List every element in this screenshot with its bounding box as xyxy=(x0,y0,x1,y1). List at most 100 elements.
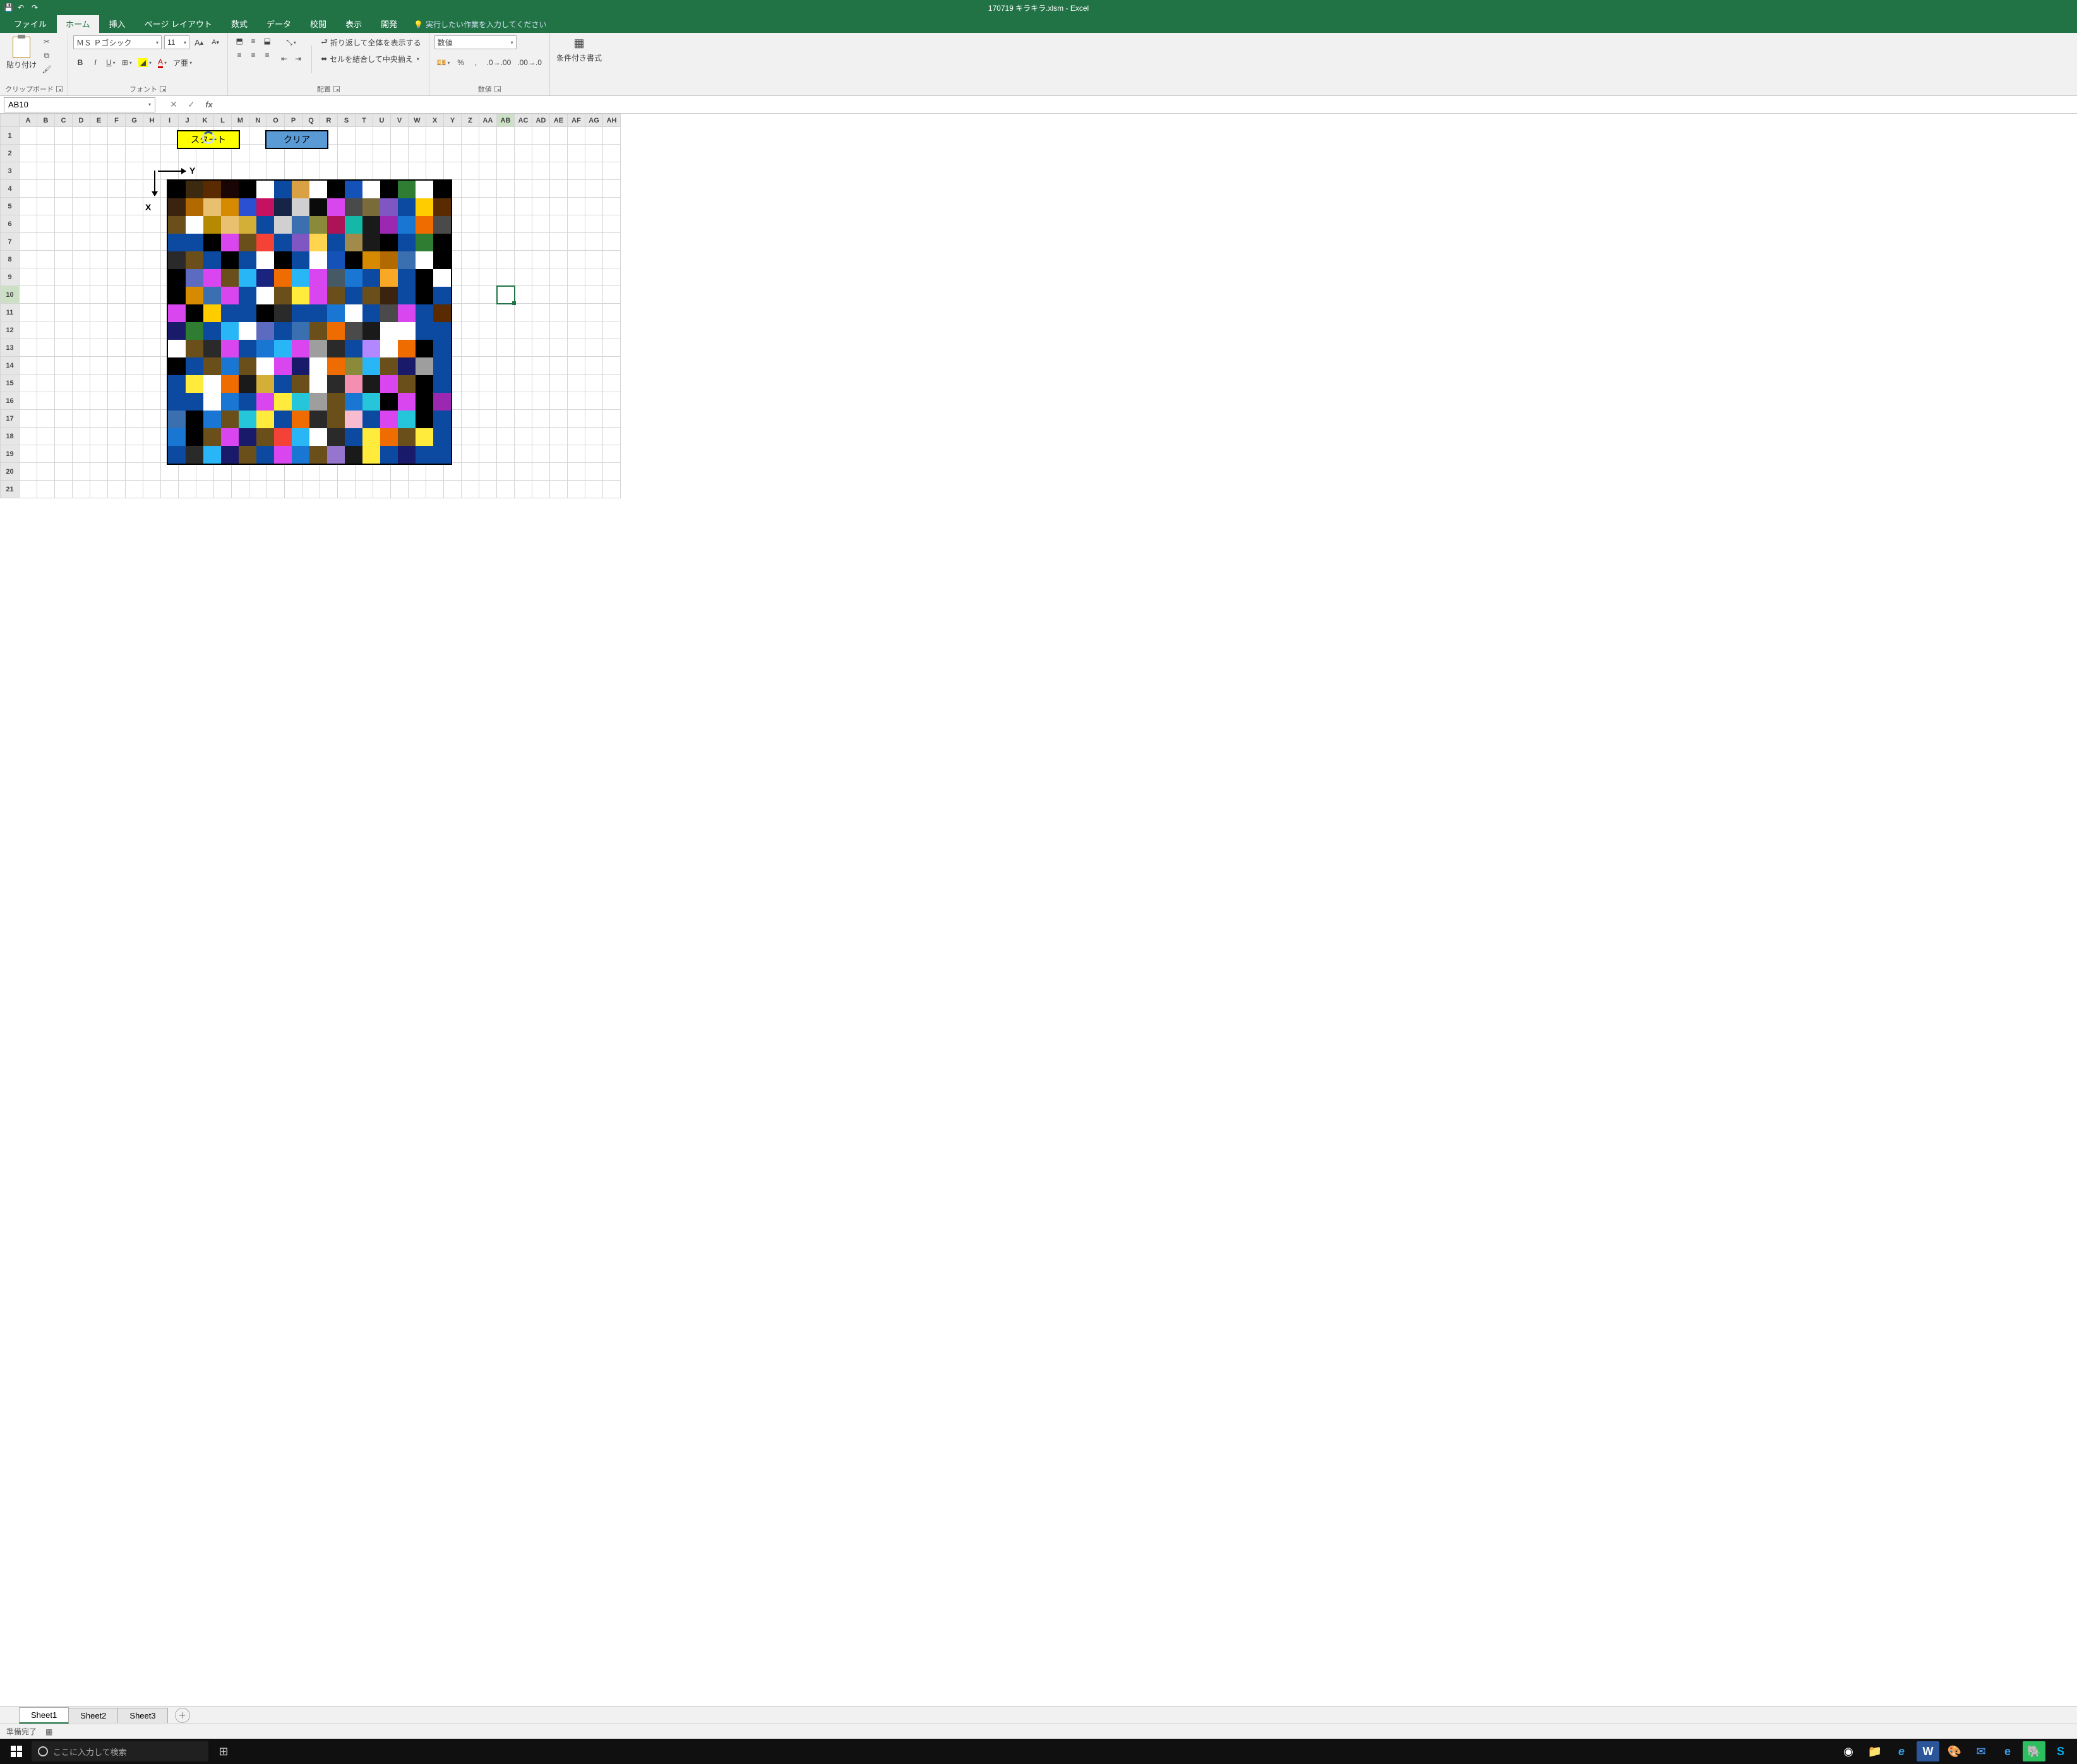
cell[interactable] xyxy=(585,251,603,268)
row-header[interactable]: 9 xyxy=(1,268,20,286)
cell[interactable] xyxy=(603,145,621,162)
orientation-button[interactable]: ⤡▾ xyxy=(277,35,305,49)
cell[interactable] xyxy=(479,410,497,428)
cell[interactable] xyxy=(585,463,603,481)
cell[interactable] xyxy=(90,339,108,357)
tab-formulas[interactable]: 数式 xyxy=(222,15,256,33)
cell[interactable] xyxy=(55,375,73,392)
cell[interactable] xyxy=(550,463,568,481)
column-header[interactable]: Z xyxy=(462,114,479,127)
cell[interactable] xyxy=(90,410,108,428)
conditional-formatting-button[interactable]: ▦ 条件付き書式 xyxy=(555,35,603,64)
cell[interactable] xyxy=(515,233,532,251)
cell[interactable] xyxy=(320,481,338,498)
column-header[interactable]: U xyxy=(373,114,391,127)
cell[interactable] xyxy=(55,339,73,357)
column-header[interactable]: O xyxy=(267,114,285,127)
cell[interactable] xyxy=(515,198,532,215)
row-header[interactable]: 11 xyxy=(1,304,20,321)
cell[interactable] xyxy=(568,145,585,162)
cell[interactable] xyxy=(302,481,320,498)
redo-icon[interactable]: ↷ xyxy=(32,3,40,12)
cell[interactable] xyxy=(497,339,515,357)
column-header[interactable]: H xyxy=(143,114,161,127)
cell[interactable] xyxy=(37,233,55,251)
cell[interactable] xyxy=(444,481,462,498)
cell[interactable] xyxy=(55,233,73,251)
cell[interactable] xyxy=(568,180,585,198)
cell[interactable] xyxy=(143,286,161,304)
cell[interactable] xyxy=(568,198,585,215)
row-header[interactable]: 14 xyxy=(1,357,20,375)
macro-record-icon[interactable]: ▦ xyxy=(45,1727,52,1736)
cell[interactable] xyxy=(515,463,532,481)
cell[interactable] xyxy=(603,127,621,145)
cell[interactable] xyxy=(37,463,55,481)
cell[interactable] xyxy=(391,481,409,498)
cell[interactable] xyxy=(497,286,515,304)
cell[interactable] xyxy=(37,304,55,321)
cell[interactable] xyxy=(585,268,603,286)
cell[interactable] xyxy=(568,392,585,410)
column-header[interactable]: AE xyxy=(550,114,568,127)
cell[interactable] xyxy=(603,392,621,410)
cell[interactable] xyxy=(55,463,73,481)
cell[interactable] xyxy=(462,127,479,145)
cell[interactable] xyxy=(108,339,126,357)
cell[interactable] xyxy=(161,463,179,481)
cell[interactable] xyxy=(550,180,568,198)
cell[interactable] xyxy=(55,321,73,339)
cell[interactable] xyxy=(37,375,55,392)
cell[interactable] xyxy=(55,268,73,286)
cell[interactable] xyxy=(20,445,37,463)
cell[interactable] xyxy=(143,268,161,286)
cell[interactable] xyxy=(497,481,515,498)
cell[interactable] xyxy=(603,268,621,286)
cell[interactable] xyxy=(532,198,550,215)
cell[interactable] xyxy=(267,162,285,180)
cell[interactable] xyxy=(143,127,161,145)
cell[interactable] xyxy=(532,180,550,198)
column-header[interactable]: M xyxy=(232,114,249,127)
cell[interactable] xyxy=(603,198,621,215)
cell[interactable] xyxy=(143,215,161,233)
shrink-font-icon[interactable]: A▾ xyxy=(208,35,222,49)
cell[interactable] xyxy=(515,180,532,198)
cell[interactable] xyxy=(550,339,568,357)
cell[interactable] xyxy=(479,251,497,268)
cell[interactable] xyxy=(462,392,479,410)
grow-font-icon[interactable]: A▴ xyxy=(192,35,206,49)
cell[interactable] xyxy=(73,392,90,410)
cell[interactable] xyxy=(532,215,550,233)
cell[interactable] xyxy=(515,127,532,145)
cell[interactable] xyxy=(20,198,37,215)
cell[interactable] xyxy=(515,357,532,375)
cell[interactable] xyxy=(585,198,603,215)
cell[interactable] xyxy=(462,304,479,321)
wrap-text-button[interactable]: ⮐折り返して全体を表示する xyxy=(318,35,423,49)
cell[interactable] xyxy=(532,286,550,304)
column-header[interactable]: K xyxy=(196,114,214,127)
cell[interactable] xyxy=(108,127,126,145)
cell[interactable] xyxy=(73,339,90,357)
align-center-icon[interactable]: ≡ xyxy=(247,49,260,61)
column-header[interactable]: AH xyxy=(603,114,621,127)
cell[interactable] xyxy=(550,481,568,498)
cell[interactable] xyxy=(20,268,37,286)
cell[interactable] xyxy=(373,127,391,145)
cell[interactable] xyxy=(37,321,55,339)
cell[interactable] xyxy=(108,198,126,215)
cell[interactable] xyxy=(550,198,568,215)
cell[interactable] xyxy=(532,268,550,286)
cell[interactable] xyxy=(20,321,37,339)
cell[interactable] xyxy=(603,339,621,357)
cell[interactable] xyxy=(20,251,37,268)
cell[interactable] xyxy=(338,162,356,180)
column-header[interactable]: G xyxy=(126,114,143,127)
cell[interactable] xyxy=(108,233,126,251)
indent-decrease-icon[interactable]: ⇤ xyxy=(277,52,291,66)
font-color-button[interactable]: A▾ xyxy=(155,56,169,69)
cell[interactable] xyxy=(497,304,515,321)
cell[interactable] xyxy=(73,162,90,180)
cell[interactable] xyxy=(55,145,73,162)
